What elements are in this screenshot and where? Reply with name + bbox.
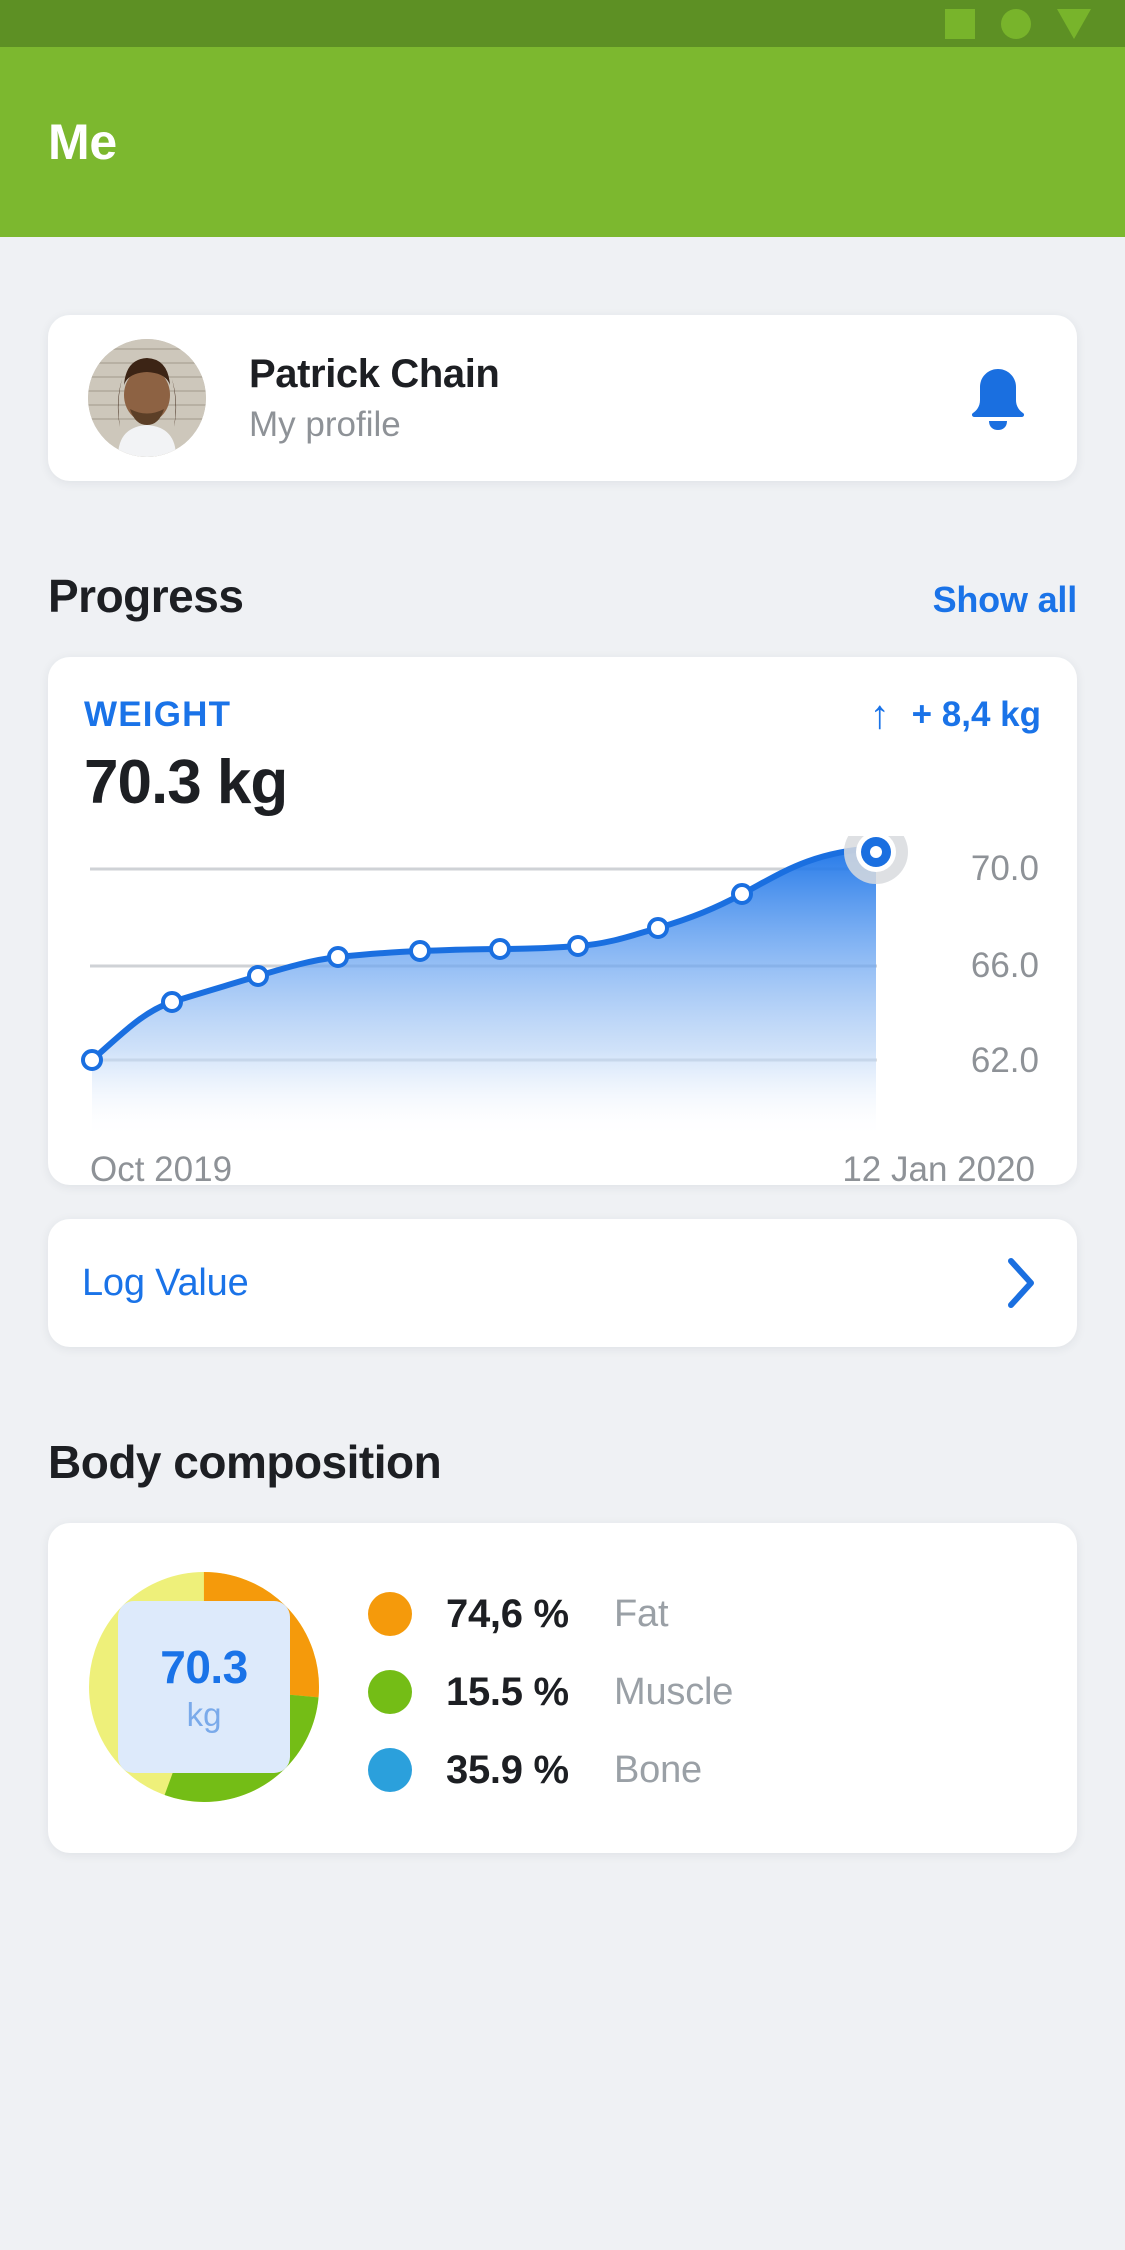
y-axis-tick-62: 62.0 xyxy=(970,1041,1039,1080)
profile-name: Patrick Chain xyxy=(249,351,500,396)
legend-color-dot-fat xyxy=(368,1592,412,1636)
y-axis-tick-70: 70.0 xyxy=(970,849,1039,888)
body-composition-donut[interactable]: 70.3 kg xyxy=(88,1571,320,1803)
triangle-nav-icon[interactable] xyxy=(1057,8,1091,39)
donut-center-unit: kg xyxy=(186,1696,222,1733)
body-composition-section-header: Body composition xyxy=(48,1435,1077,1489)
avatar[interactable] xyxy=(88,339,206,457)
chart-start-date: Oct 2019 xyxy=(90,1150,233,1185)
chart-end-date: 12 Jan 2020 xyxy=(842,1150,1035,1185)
legend-item-bone[interactable]: 35.9 % Bone xyxy=(368,1731,1037,1809)
legend-item-fat[interactable]: 74,6 % Fat xyxy=(368,1575,1037,1653)
legend-label-fat: Fat xyxy=(614,1592,669,1635)
legend-label-muscle: Muscle xyxy=(614,1670,734,1713)
legend-percent-muscle: 15.5 % xyxy=(446,1669,569,1714)
donut-center-value: 70.3 xyxy=(160,1641,248,1693)
show-all-link[interactable]: Show all xyxy=(933,579,1078,621)
weight-card-header: WEIGHT ↑ + 8,4 kg xyxy=(80,695,1045,735)
weight-area-chart-svg xyxy=(81,836,947,1136)
profile-subtitle: My profile xyxy=(249,404,401,444)
weight-metric-label: WEIGHT xyxy=(84,695,232,734)
progress-title: Progress xyxy=(48,570,244,622)
log-value-row[interactable]: Log Value xyxy=(48,1219,1077,1347)
legend-label-bone: Bone xyxy=(614,1748,702,1791)
profile-card[interactable]: Patrick Chain My profile xyxy=(48,315,1077,481)
progress-section-header: Progress Show all xyxy=(48,569,1077,623)
notification-bell-button[interactable] xyxy=(967,364,1035,432)
body-composition-card[interactable]: 70.3 kg 74,6 % Fat 15.5 % Muscle 35.9 % … xyxy=(48,1523,1077,1853)
weight-chart[interactable]: 70.0 66.0 62.0 xyxy=(80,836,1045,1136)
legend-color-dot-bone xyxy=(368,1748,412,1792)
user-photo-icon xyxy=(88,339,206,457)
legend-percent-bone: 35.9 % xyxy=(446,1747,569,1792)
legend-percent-fat: 74,6 % xyxy=(446,1591,569,1636)
legend-color-dot-muscle xyxy=(368,1670,412,1714)
app-bar: Me xyxy=(0,47,1125,237)
page-title: Me xyxy=(48,114,117,170)
profile-text: Patrick Chain My profile xyxy=(249,352,967,445)
body-composition-legend: 74,6 % Fat 15.5 % Muscle 35.9 % Bone xyxy=(368,1571,1037,1809)
notification-bell-icon xyxy=(971,369,1025,430)
y-axis-tick-66: 66.0 xyxy=(970,946,1039,985)
donut-center-value-box: 70.3 kg xyxy=(118,1601,290,1773)
square-nav-icon[interactable] xyxy=(945,8,975,39)
weight-delta-value: + 8,4 kg xyxy=(911,695,1041,734)
weight-current-value: 70.3 kg xyxy=(84,748,288,817)
log-value-label: Log Value xyxy=(82,1261,249,1304)
arrow-up-icon: ↑ xyxy=(869,693,890,737)
weight-delta: ↑ + 8,4 kg xyxy=(870,695,1041,735)
circle-nav-icon[interactable] xyxy=(1001,8,1031,39)
weight-progress-card[interactable]: WEIGHT ↑ + 8,4 kg 70.3 kg 70.0 66.0 62.0… xyxy=(48,657,1077,1185)
legend-item-muscle[interactable]: 15.5 % Muscle xyxy=(368,1653,1037,1731)
chart-date-axis: Oct 2019 12 Jan 2020 xyxy=(80,1150,1045,1185)
body-composition-title: Body composition xyxy=(48,1436,442,1488)
page-content: Patrick Chain My profile Progress Show a… xyxy=(0,315,1125,1853)
status-bar xyxy=(0,0,1125,47)
chevron-right-icon[interactable] xyxy=(1003,1255,1039,1311)
